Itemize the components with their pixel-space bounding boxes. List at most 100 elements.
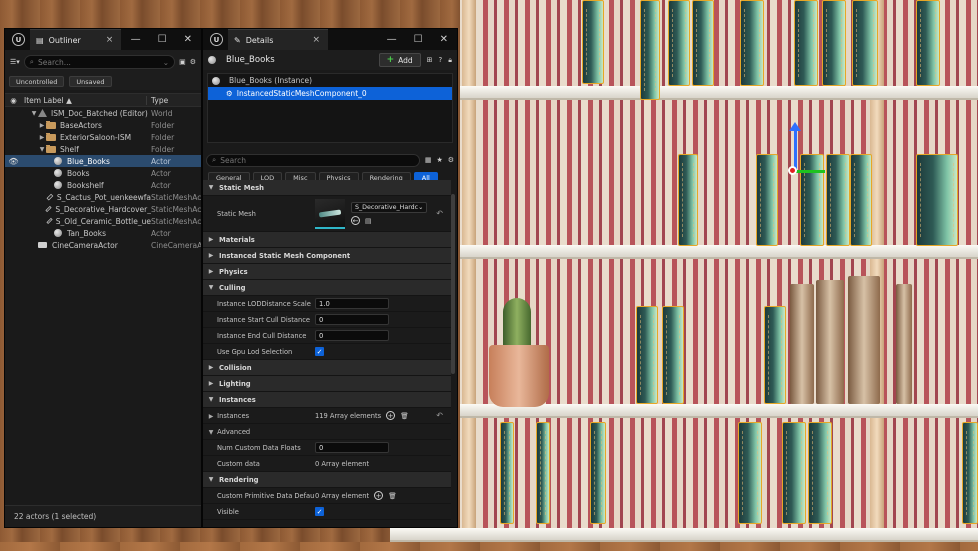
blue-book[interactable] bbox=[850, 154, 872, 246]
outliner-row[interactable]: 👁 Blue_Books Actor bbox=[5, 155, 201, 167]
category-materials[interactable]: ▶ Materials bbox=[203, 232, 451, 248]
outliner-row[interactable]: S_Decorative_Hardcover_StaticMeshActor bbox=[5, 203, 201, 215]
mesh-thumbnail[interactable] bbox=[315, 198, 345, 229]
unreal-logo-icon[interactable]: U bbox=[12, 33, 25, 46]
blue-book[interactable] bbox=[640, 0, 660, 100]
col-type[interactable]: Type bbox=[146, 95, 201, 105]
blue-book[interactable] bbox=[962, 422, 978, 524]
blue-book[interactable] bbox=[756, 154, 778, 246]
trash-icon[interactable]: 🗑︎ bbox=[388, 492, 397, 500]
category-collision[interactable]: ▶ Collision bbox=[203, 360, 451, 376]
visibility-eye-icon[interactable]: ◉ bbox=[5, 96, 22, 105]
close-icon[interactable]: × bbox=[312, 35, 320, 45]
end-cull-input[interactable]: 0 bbox=[315, 330, 389, 341]
expand-arrow-icon[interactable]: ▼ bbox=[38, 146, 46, 153]
help-icon[interactable]: ? bbox=[439, 56, 443, 64]
blue-book[interactable] bbox=[826, 154, 850, 246]
blue-book[interactable] bbox=[808, 422, 832, 524]
static-mesh-combo[interactable]: S_Decorative_Hardc ⌄ bbox=[351, 202, 427, 213]
details-search-box[interactable]: ⌕ bbox=[206, 153, 420, 167]
category-ism[interactable]: ▶ Instanced Static Mesh Component bbox=[203, 248, 451, 264]
blue-book[interactable] bbox=[782, 422, 806, 524]
details-search-input[interactable] bbox=[220, 155, 414, 165]
category-static-mesh[interactable]: ▼ Static Mesh bbox=[203, 180, 451, 196]
tan-book[interactable] bbox=[896, 284, 912, 404]
cactus-pot[interactable] bbox=[489, 345, 549, 407]
filter-icon[interactable]: ☰▾ bbox=[10, 58, 20, 66]
trash-icon[interactable]: 🗑︎ bbox=[400, 412, 409, 420]
blue-book[interactable] bbox=[678, 154, 698, 246]
start-cull-input[interactable]: 0 bbox=[315, 314, 389, 325]
blue-book[interactable] bbox=[764, 306, 786, 404]
outliner-search-input[interactable] bbox=[38, 57, 159, 67]
cactus[interactable] bbox=[503, 298, 531, 350]
outliner-row[interactable]: CineCameraActor CineCameraActor bbox=[5, 239, 201, 251]
category-physics[interactable]: ▶ Physics bbox=[203, 264, 451, 280]
blue-book[interactable] bbox=[636, 306, 658, 404]
blueprint-icon[interactable]: ⊞ bbox=[427, 56, 433, 64]
close-icon[interactable]: × bbox=[106, 35, 114, 45]
outliner-row[interactable]: Bookshelf Actor bbox=[5, 179, 201, 191]
blue-book[interactable] bbox=[738, 422, 762, 524]
outliner-search-box[interactable]: ⌕ ⌄ bbox=[23, 55, 176, 69]
outliner-row[interactable]: ▼ Shelf Folder bbox=[5, 143, 201, 155]
blue-book[interactable] bbox=[692, 0, 714, 86]
gizmo-z-axis-arrow[interactable] bbox=[789, 122, 801, 170]
maximize-button[interactable]: ☐ bbox=[414, 34, 423, 45]
visibility-eye-icon[interactable]: 👁 bbox=[5, 157, 22, 166]
chevron-down-icon[interactable]: ⌄ bbox=[163, 58, 169, 67]
add-folder-icon[interactable]: ▣ bbox=[179, 58, 186, 66]
category-culling[interactable]: ▼ Culling bbox=[203, 280, 451, 296]
outliner-row[interactable]: Books Actor bbox=[5, 167, 201, 179]
minimize-button[interactable]: — bbox=[131, 34, 141, 45]
blue-book[interactable] bbox=[590, 422, 606, 524]
add-element-icon[interactable]: + bbox=[374, 491, 384, 500]
blue-book[interactable] bbox=[668, 0, 690, 86]
star-icon[interactable]: ★ bbox=[436, 156, 442, 164]
outliner-row[interactable]: Tan_Books Actor bbox=[5, 227, 201, 239]
outliner-row[interactable]: ▶ ExteriorSaloon-ISM Folder bbox=[5, 131, 201, 143]
blue-book[interactable] bbox=[916, 154, 958, 246]
tab-details[interactable]: ✎ Details × bbox=[228, 29, 328, 50]
gizmo-origin[interactable] bbox=[788, 166, 797, 175]
gear-icon[interactable]: ⚙ bbox=[448, 156, 454, 164]
minimize-button[interactable]: — bbox=[387, 34, 397, 45]
hierarchy-root-row[interactable]: Blue_Books (Instance) bbox=[208, 74, 452, 87]
add-component-button[interactable]: + Add bbox=[378, 53, 421, 67]
grid-view-icon[interactable]: ▦ bbox=[425, 156, 432, 164]
category-lighting[interactable]: ▶ Lighting bbox=[203, 376, 451, 392]
outliner-row[interactable]: ▼ ISM_Doc_Batched (Editor) World bbox=[5, 107, 201, 119]
maximize-button[interactable]: ☐ bbox=[158, 34, 167, 45]
chip-uncontrolled[interactable]: Uncontrolled bbox=[9, 76, 65, 87]
col-item-label[interactable]: Item Label ▲ bbox=[22, 96, 146, 105]
details-scrollbar[interactable] bbox=[451, 194, 455, 374]
tan-book[interactable] bbox=[790, 284, 814, 404]
chip-unsaved[interactable]: Unsaved bbox=[69, 76, 112, 87]
gpu-lod-checkbox[interactable]: ✓ bbox=[315, 347, 324, 356]
outliner-row[interactable]: ▶ BaseActors Folder bbox=[5, 119, 201, 131]
blue-book[interactable] bbox=[916, 0, 940, 86]
outliner-row[interactable]: S_Old_Ceramic_Bottle_ueStaticMeshActor bbox=[5, 215, 201, 227]
outliner-row[interactable]: S_Cactus_Pot_uenkeewfaStaticMeshActor bbox=[5, 191, 201, 203]
unreal-logo-icon[interactable]: U bbox=[210, 33, 223, 46]
gizmo-y-axis-arrow[interactable] bbox=[795, 170, 825, 173]
lod-scale-input[interactable]: 1.0 bbox=[315, 298, 389, 309]
reset-to-default-icon[interactable]: ↶ bbox=[436, 209, 443, 218]
blue-book[interactable] bbox=[662, 306, 684, 404]
blue-book[interactable] bbox=[800, 154, 824, 246]
browse-icon[interactable]: ▤ bbox=[365, 216, 371, 225]
tan-book[interactable] bbox=[816, 280, 844, 404]
blue-book[interactable] bbox=[794, 0, 818, 86]
category-instances[interactable]: ▼ Instances bbox=[203, 392, 451, 408]
blue-book[interactable] bbox=[582, 0, 604, 84]
blue-book[interactable] bbox=[500, 422, 514, 524]
lock-icon[interactable]: 🔒︎ bbox=[448, 56, 452, 65]
expand-arrow-icon[interactable]: ▼ bbox=[30, 110, 38, 117]
tan-book[interactable] bbox=[848, 276, 880, 404]
close-window-button[interactable]: ✕ bbox=[184, 34, 192, 45]
blue-book[interactable] bbox=[536, 422, 550, 524]
add-element-icon[interactable]: + bbox=[386, 411, 396, 420]
visible-checkbox[interactable]: ✓ bbox=[315, 507, 324, 516]
close-window-button[interactable]: ✕ bbox=[440, 34, 448, 45]
blue-book[interactable] bbox=[822, 0, 846, 86]
